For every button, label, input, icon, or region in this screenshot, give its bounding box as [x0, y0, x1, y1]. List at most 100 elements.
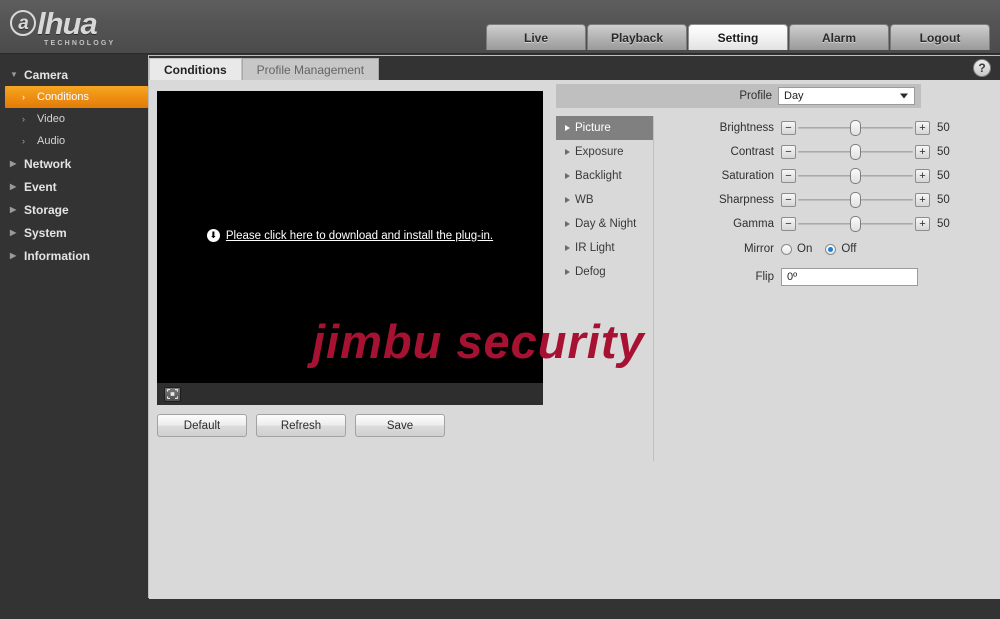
app-header: a lhua TECHNOLOGY Live Playback Setting A…	[0, 0, 1000, 54]
mirror-on-radio[interactable]	[781, 243, 792, 255]
help-icon[interactable]: ?	[973, 59, 991, 77]
triangle-right-icon	[565, 173, 570, 179]
save-button[interactable]: Save	[355, 414, 445, 437]
main-navigation: Live Playback Setting Alarm Logout	[486, 24, 990, 50]
plugin-download-link[interactable]: ⬇ Please click here to download and inst…	[157, 229, 543, 242]
sidebar-label-information: Information	[24, 248, 90, 263]
sharpness-slider-track[interactable]	[798, 192, 913, 208]
saturation-minus-button[interactable]: −	[781, 169, 796, 183]
sidebar-item-information[interactable]: ▶ Information	[0, 244, 148, 267]
submenu-label-day-night: Day & Night	[575, 218, 637, 230]
flip-row: Flip 0º	[671, 264, 1000, 290]
submenu-item-defog[interactable]: Defog	[556, 260, 653, 284]
tab-profile-management[interactable]: Profile Management	[241, 58, 380, 80]
logo-text: lhua	[37, 5, 98, 41]
saturation-slider-thumb[interactable]	[850, 168, 861, 184]
nav-tab-alarm[interactable]: Alarm	[789, 24, 889, 50]
fullscreen-icon[interactable]	[164, 386, 181, 402]
nav-tab-setting[interactable]: Setting	[688, 24, 788, 50]
logo-wordmark: a lhua	[10, 8, 150, 39]
profile-select[interactable]: Day	[778, 87, 915, 105]
contrast-slider-track[interactable]	[798, 144, 913, 160]
contrast-slider-thumb[interactable]	[850, 144, 861, 160]
logo-a-glyph-icon: a	[10, 10, 36, 36]
triangle-right-icon	[565, 149, 570, 155]
triangle-right-icon: ▶	[10, 250, 17, 260]
sidebar-label-camera: Camera	[24, 67, 69, 82]
submenu-item-picture[interactable]: Picture	[556, 116, 653, 140]
slider-row-sharpness: Sharpness − + 50	[671, 188, 1000, 212]
triangle-right-icon: ▶	[10, 227, 17, 237]
profile-select-value: Day	[784, 90, 804, 102]
sidebar-item-system[interactable]: ▶ System	[0, 221, 148, 244]
saturation-plus-button[interactable]: +	[915, 169, 930, 183]
contrast-label: Contrast	[730, 146, 774, 158]
mirror-off-label: Off	[841, 243, 857, 255]
chevron-right-icon: ›	[22, 114, 25, 124]
sidebar-item-camera[interactable]: ▼ Camera	[0, 63, 148, 86]
flip-select[interactable]: 0º	[781, 268, 918, 286]
triangle-right-icon	[565, 245, 570, 251]
submenu-item-day-night[interactable]: Day & Night	[556, 212, 653, 236]
chevron-right-icon: ›	[22, 136, 25, 146]
sidebar-label-event: Event	[24, 179, 57, 194]
sidebar-label-network: Network	[24, 156, 72, 171]
sharpness-plus-button[interactable]: +	[915, 193, 930, 207]
contrast-value: 50	[937, 146, 950, 158]
sidebar-item-video[interactable]: › Video	[0, 108, 148, 130]
gamma-label: Gamma	[733, 218, 774, 230]
submenu-label-backlight: Backlight	[575, 170, 622, 182]
contrast-minus-button[interactable]: −	[781, 145, 796, 159]
chevron-down-icon	[900, 93, 908, 99]
submenu-item-backlight[interactable]: Backlight	[556, 164, 653, 188]
brightness-slider-thumb[interactable]	[850, 120, 861, 136]
submenu-item-exposure[interactable]: Exposure	[556, 140, 653, 164]
gamma-slider-thumb[interactable]	[850, 216, 861, 232]
gamma-minus-button[interactable]: −	[781, 217, 796, 231]
sharpness-minus-button[interactable]: −	[781, 193, 796, 207]
gamma-slider-track[interactable]	[798, 216, 913, 232]
sidebar-item-event[interactable]: ▶ Event	[0, 175, 148, 198]
sidebar-item-conditions[interactable]: › Conditions	[5, 86, 148, 108]
contrast-plus-button[interactable]: +	[915, 145, 930, 159]
triangle-right-icon	[565, 197, 570, 203]
video-canvas[interactable]: ⬇ Please click here to download and inst…	[157, 91, 543, 383]
nav-tab-playback[interactable]: Playback	[587, 24, 687, 50]
sharpness-label: Sharpness	[719, 194, 774, 206]
brightness-minus-button[interactable]: −	[781, 121, 796, 135]
triangle-right-icon: ▶	[10, 181, 17, 191]
default-button[interactable]: Default	[157, 414, 247, 437]
slider-row-contrast: Contrast − + 50	[671, 140, 1000, 164]
profile-label: Profile	[739, 90, 772, 102]
sidebar-item-storage[interactable]: ▶ Storage	[0, 198, 148, 221]
brightness-plus-button[interactable]: +	[915, 121, 930, 135]
triangle-right-icon	[565, 221, 570, 227]
gamma-value: 50	[937, 218, 950, 230]
nav-tab-logout[interactable]: Logout	[890, 24, 990, 50]
sharpness-slider-thumb[interactable]	[850, 192, 861, 208]
triangle-right-icon	[565, 269, 570, 275]
saturation-slider-track[interactable]	[798, 168, 913, 184]
mirror-on-label: On	[797, 243, 813, 255]
triangle-right-icon: ▶	[10, 204, 17, 214]
slider-row-brightness: Brightness − + 50	[671, 116, 1000, 140]
submenu-item-wb[interactable]: WB	[556, 188, 653, 212]
nav-tab-live[interactable]: Live	[486, 24, 586, 50]
mirror-row: Mirror On Off	[671, 237, 1000, 261]
gamma-plus-button[interactable]: +	[915, 217, 930, 231]
brightness-slider-track[interactable]	[798, 120, 913, 136]
brightness-value: 50	[937, 122, 950, 134]
dahua-logo: a lhua TECHNOLOGY	[10, 6, 150, 48]
refresh-button[interactable]: Refresh	[256, 414, 346, 437]
triangle-down-icon: ▼	[10, 69, 18, 79]
sidebar: ▼ Camera › Conditions › Video › Audio ▶ …	[0, 55, 148, 619]
video-toolbar	[157, 383, 543, 405]
submenu-item-ir-light[interactable]: IR Light	[556, 236, 653, 260]
sidebar-item-audio[interactable]: › Audio	[0, 130, 148, 152]
sidebar-item-network[interactable]: ▶ Network	[0, 152, 148, 175]
submenu-label-exposure: Exposure	[575, 146, 624, 158]
content-panel: Conditions Profile Management ? ⬇ Please…	[148, 55, 1000, 599]
tab-conditions[interactable]: Conditions	[149, 58, 242, 80]
mirror-off-radio[interactable]	[825, 243, 837, 255]
flip-label: Flip	[755, 271, 774, 283]
